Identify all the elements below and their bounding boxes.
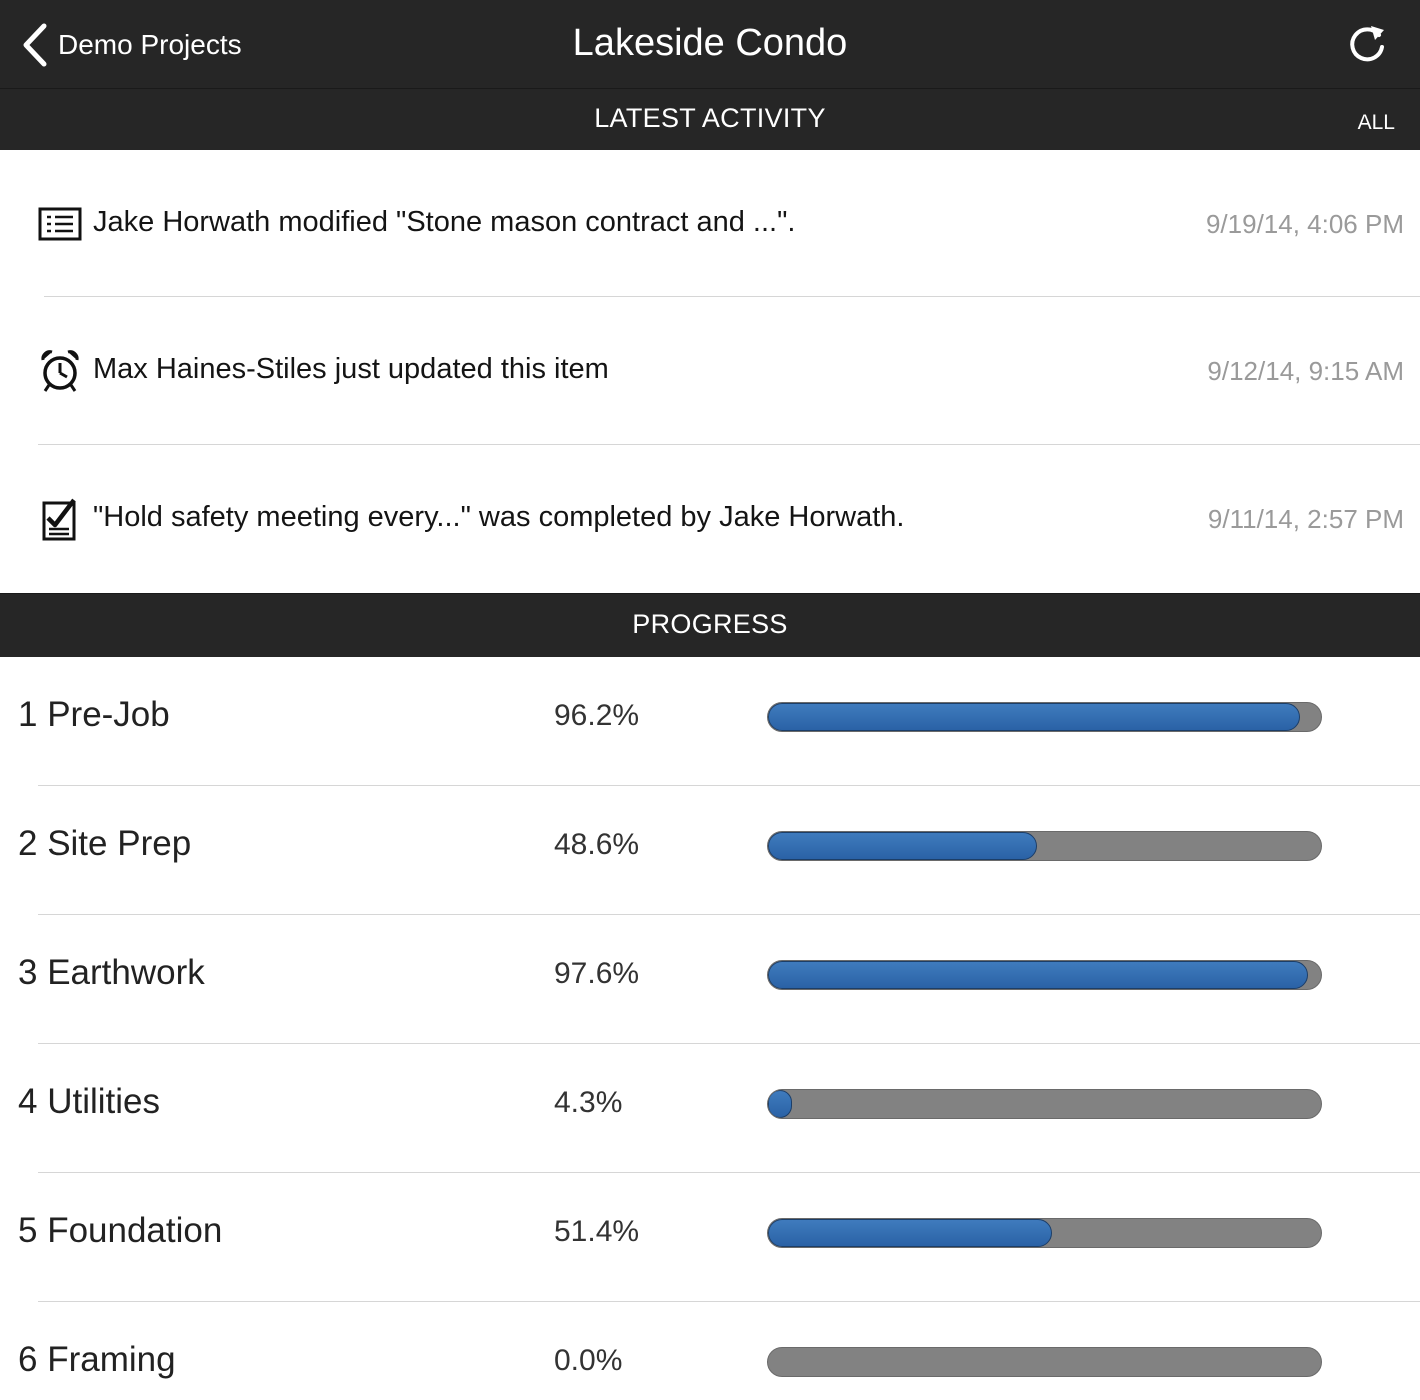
- progress-bar-track: [767, 831, 1322, 861]
- progress-percent: 96.2%: [554, 699, 640, 732]
- back-button-label: Demo Projects: [58, 29, 242, 60]
- navigation-bar: Demo Projects Lakeside Condo: [0, 0, 1420, 88]
- progress-label: 1 Pre-Job: [18, 695, 170, 734]
- activity-text: "Hold safety meeting every..." was compl…: [93, 501, 905, 533]
- activity-item[interactable]: Max Haines-Stiles just updated this item…: [0, 297, 1420, 445]
- progress-bar-track: [767, 1218, 1322, 1248]
- progress-bar-fill: [768, 1219, 1053, 1247]
- progress-row[interactable]: 1 Pre-Job 96.2%: [0, 657, 1420, 786]
- back-button[interactable]: Demo Projects: [20, 20, 242, 70]
- alarm-clock-icon: [41, 350, 79, 392]
- checklist-icon: [38, 207, 82, 241]
- activity-timestamp: 9/19/14, 4:06 PM: [1205, 209, 1404, 239]
- progress-row[interactable]: 3 Earthwork 97.6%: [0, 915, 1420, 1044]
- progress-percent: 51.4%: [554, 1215, 640, 1248]
- progress-header: PROGRESS: [0, 593, 1420, 657]
- progress-row[interactable]: 2 Site Prep 48.6%: [0, 786, 1420, 915]
- progress-bar-fill: [768, 703, 1300, 731]
- progress-row[interactable]: 4 Utilities 4.3%: [0, 1044, 1420, 1173]
- completed-checklist-icon: [42, 498, 76, 541]
- activity-timestamp: 9/11/14, 2:57 PM: [1207, 504, 1404, 534]
- progress-bar-track: [767, 1347, 1322, 1377]
- chevron-left-icon: [23, 23, 47, 67]
- progress-percent: 97.6%: [554, 957, 640, 990]
- refresh-icon[interactable]: [1344, 22, 1390, 68]
- progress-row[interactable]: 5 Foundation 51.4%: [0, 1173, 1420, 1302]
- latest-activity-header: LATEST ACTIVITY ALL: [0, 88, 1420, 150]
- progress-label: 6 Framing: [18, 1340, 176, 1379]
- progress-percent: 48.6%: [554, 828, 640, 861]
- progress-title: PROGRESS: [632, 609, 788, 639]
- progress-bar-fill: [768, 832, 1037, 860]
- progress-bar-track: [767, 702, 1322, 732]
- progress-percent: 0.0%: [554, 1344, 623, 1377]
- activity-text: Jake Horwath modified "Stone mason contr…: [93, 206, 796, 238]
- latest-activity-title: LATEST ACTIVITY: [594, 103, 826, 133]
- progress-label: 4 Utilities: [18, 1082, 160, 1121]
- progress-bar-fill: [768, 1090, 792, 1118]
- progress-percent: 4.3%: [554, 1086, 623, 1119]
- activity-text: Max Haines-Stiles just updated this item: [93, 353, 609, 385]
- progress-label: 2 Site Prep: [18, 824, 192, 863]
- progress-row[interactable]: 6 Framing 0.0%: [0, 1302, 1420, 1400]
- progress-bar-track: [767, 1089, 1322, 1119]
- progress-label: 3 Earthwork: [18, 953, 205, 992]
- activity-timestamp: 9/12/14, 9:15 AM: [1207, 356, 1404, 386]
- progress-label: 5 Foundation: [18, 1211, 223, 1250]
- progress-bar-track: [767, 960, 1322, 990]
- activity-item[interactable]: Jake Horwath modified "Stone mason contr…: [0, 150, 1420, 298]
- progress-bar-fill: [768, 961, 1308, 989]
- all-activity-link[interactable]: ALL: [1358, 111, 1395, 135]
- activity-item[interactable]: "Hold safety meeting every..." was compl…: [0, 445, 1420, 593]
